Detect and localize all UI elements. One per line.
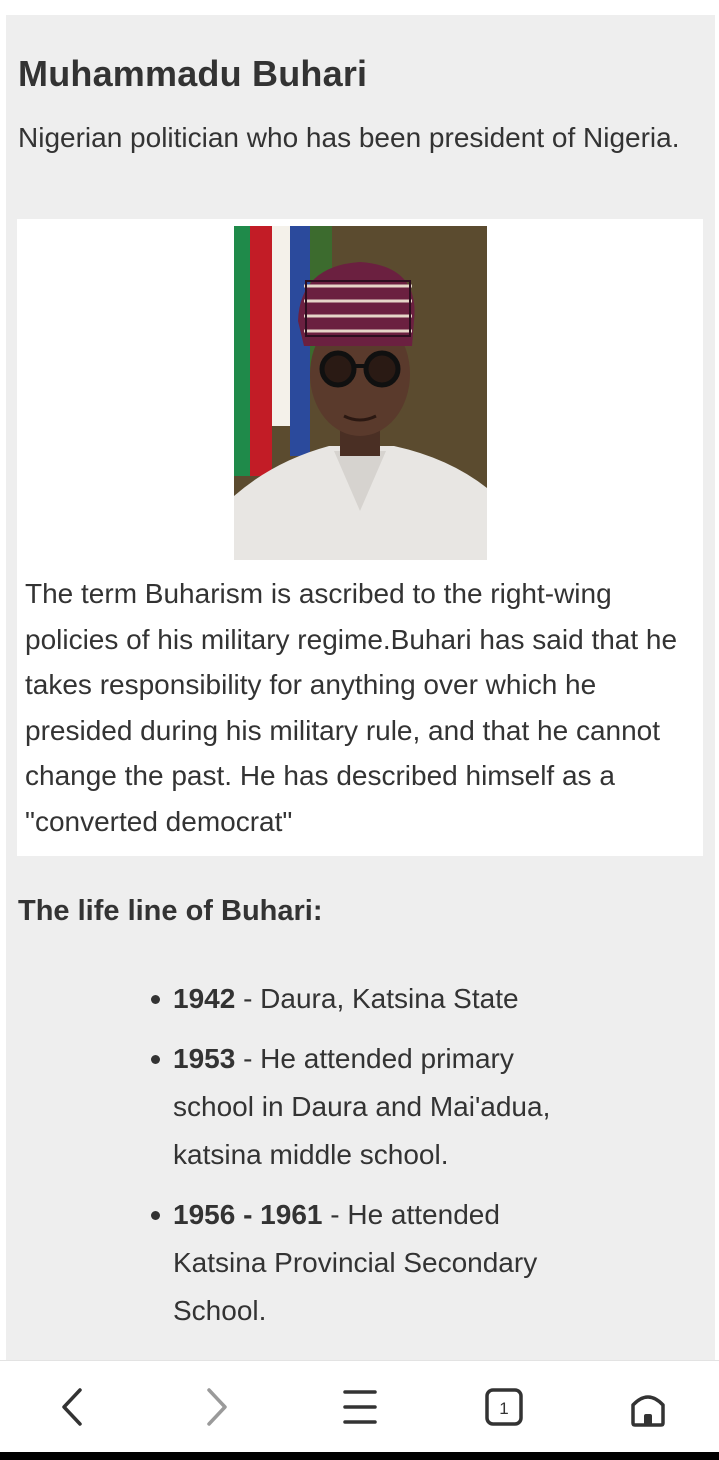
forward-button[interactable] [176, 1361, 256, 1453]
lifeline-year: 1956 - 1961 [173, 1199, 323, 1230]
list-item: 1942 - Daura, Katsina State [151, 975, 593, 1023]
page-title: Muhammadu Buhari [18, 53, 368, 94]
back-button[interactable] [33, 1361, 113, 1453]
back-icon [62, 1388, 82, 1426]
menu-button[interactable] [320, 1361, 400, 1453]
home-icon [631, 1395, 665, 1427]
list-item: 1953 - He attended primary school in Dau… [151, 1035, 593, 1179]
lifeline-text: - Daura, Katsina State [235, 983, 519, 1014]
image-caption: The term Buharism is ascribed to the rig… [25, 578, 678, 837]
article-card: Muhammadu Buhari Nigerian politician who… [6, 15, 715, 1360]
browser-bottom-bar: 1 [0, 1360, 719, 1453]
lifeline-heading: The life line of Buhari: [18, 895, 323, 927]
lifeline-year: 1953 [173, 1043, 236, 1074]
menu-icon [343, 1390, 377, 1424]
portrait-image[interactable] [234, 226, 487, 560]
forward-icon [207, 1388, 227, 1426]
bullet-icon [151, 1211, 160, 1220]
lifeline-year: 1942 [173, 983, 236, 1014]
bullet-icon [151, 995, 160, 1004]
tab-count: 1 [499, 1399, 508, 1418]
bullet-icon [151, 1055, 160, 1064]
list-item: 1956 - 1961 - He attended Katsina Provin… [151, 1191, 593, 1335]
system-bottom-strip [0, 1452, 719, 1460]
home-button[interactable] [608, 1361, 688, 1453]
tabs-button[interactable]: 1 [464, 1361, 544, 1453]
page-subtitle: Nigerian politician who has been preside… [18, 122, 680, 153]
lifeline-list: 1942 - Daura, Katsina State 1953 - He at… [151, 975, 593, 1347]
tabs-icon: 1 [485, 1388, 523, 1426]
figure-block: The term Buharism is ascribed to the rig… [17, 219, 703, 856]
portrait-illustration [234, 226, 487, 560]
